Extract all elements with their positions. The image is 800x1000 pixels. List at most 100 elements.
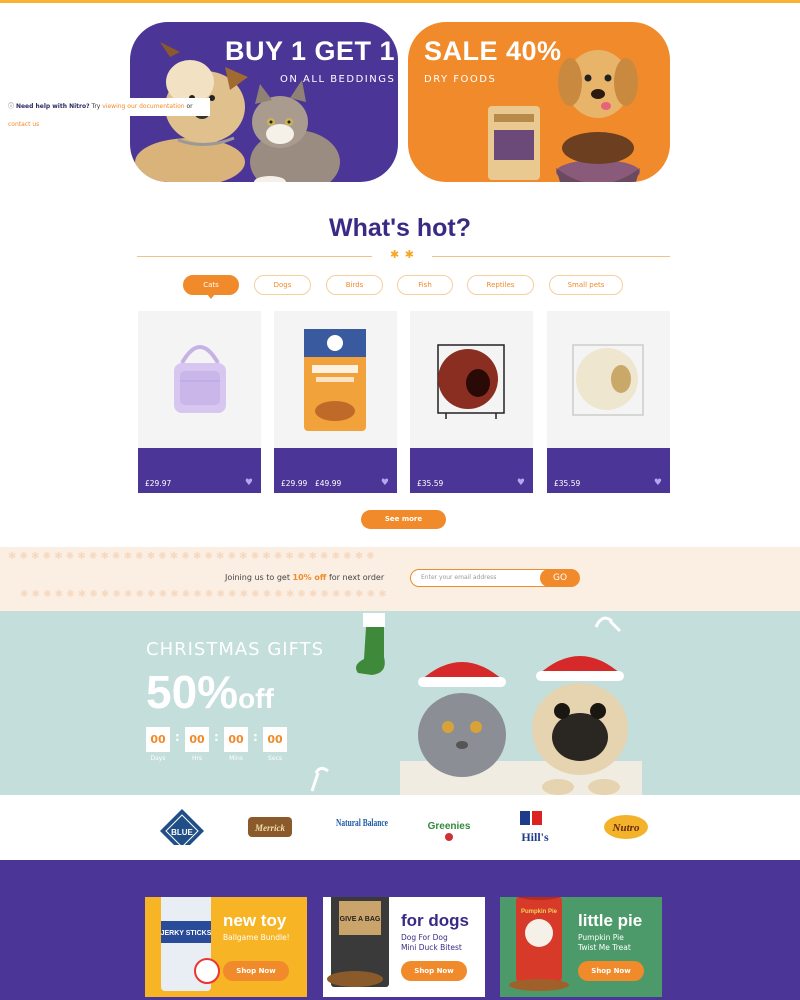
countdown-label: Secs <box>268 755 282 762</box>
promo-card-subtitle: Dog For Dog Mini Duck Bitest <box>401 933 462 953</box>
brand-logo-greenies[interactable]: Greenies <box>426 809 472 845</box>
christmas-discount: 50%off <box>146 665 274 719</box>
cube-cat-bed-image <box>572 344 644 416</box>
brand-name: Natural Balance <box>336 817 388 829</box>
bottom-promo-section: JERKY STICKS new toy Ballgame Bundle! Sh… <box>0 860 800 1000</box>
section-title-whats-hot: What's hot? <box>328 214 472 242</box>
divider <box>137 256 372 257</box>
discount-off: off <box>238 683 274 714</box>
tab-cats[interactable]: Cats <box>183 275 239 299</box>
brand-logo-blue[interactable]: BLUE <box>160 809 204 845</box>
brand-name: Nutro <box>612 822 640 834</box>
dog-food-bag-image <box>304 329 366 431</box>
heart-icon[interactable]: ♥ <box>517 478 525 488</box>
shop-now-button[interactable]: Shop Now <box>578 961 644 981</box>
tab-reptiles[interactable]: Reptiles <box>467 275 534 295</box>
promo-card-subtitle: Ballgame Bundle! <box>223 933 290 942</box>
promo-card-new-toy[interactable]: JERKY STICKS new toy Ballgame Bundle! Sh… <box>145 897 307 997</box>
countdown-label: Mins <box>229 755 243 762</box>
pack-label: Pumpkin Pie <box>521 909 558 915</box>
subtitle-line: Mini Duck Bitest <box>401 943 462 952</box>
product-card[interactable]: £29.99 £49.99 ♥ <box>274 311 397 493</box>
email-input[interactable]: Enter your email address <box>410 569 550 587</box>
shop-now-button[interactable]: Shop Now <box>223 961 289 981</box>
countdown-hours: 00 <box>185 727 209 752</box>
help-bar: ⓘ Need help with Nitro? Try viewing our … <box>0 98 210 128</box>
subtitle-line: Dog For Dog <box>401 933 448 942</box>
tab-small-pets[interactable]: Small pets <box>549 275 623 295</box>
puppy-food-illustration <box>488 50 640 182</box>
brand-logo-nutro[interactable]: Nutro <box>602 809 650 845</box>
divider <box>432 256 670 257</box>
product-price: £29.99 <box>281 479 308 488</box>
brand-logo-merrick[interactable]: Merrick <box>246 809 294 845</box>
pattern-decoration: ✱ ✺ ✱ ✺ ✱ ✺ ✱ ✺ ✱ ✺ ✱ ✺ ✱ ✺ ✱ ✺ ✱ ✺ ✱ ✺ … <box>8 551 375 562</box>
promo-card-title: for dogs <box>401 911 469 930</box>
product-info-bar: £29.99 £49.99 ♥ <box>274 448 397 493</box>
pattern-decoration: ✺ ✱ ✺ ✱ ✺ ✱ ✺ ✱ ✺ ✱ ✺ ✱ ✺ ✱ ✺ ✱ ✺ ✱ ✺ ✱ … <box>20 589 387 600</box>
countdown-minutes: 00 <box>224 727 248 752</box>
documentation-link[interactable]: viewing our documentation <box>102 103 184 110</box>
pack-label: GIVE A BAG <box>340 916 381 923</box>
brand-name: Merrick <box>254 823 285 833</box>
brand-name: Hill's <box>521 830 549 844</box>
brand-logo-hills[interactable]: Hill's <box>514 809 556 845</box>
product-card[interactable]: £29.97 ♥ <box>138 311 261 493</box>
jerky-sticks-pack-image: JERKY STICKS <box>161 897 220 991</box>
promo-banner-dry-foods[interactable]: SALE 40% DRY FOODS <box>408 22 670 182</box>
brand-name: BLUE <box>171 828 193 837</box>
subscribe-go-button[interactable]: GO <box>540 569 580 587</box>
christmas-title: CHRISTMAS GIFTS <box>146 639 325 660</box>
subtitle-line: Twist Me Treat <box>578 943 631 952</box>
subtitle-line: Pumpkin Pie <box>578 933 624 942</box>
product-price: £29.97 <box>145 479 172 488</box>
brand-logo-natural-balance[interactable]: Natural Balance <box>334 809 390 845</box>
help-try: Try <box>91 103 101 110</box>
promo-card-little-pie[interactable]: Pumpkin Pie little pie Pumpkin Pie Twist… <box>500 897 662 997</box>
product-price-original: £49.99 <box>315 479 342 488</box>
heart-icon[interactable]: ♥ <box>245 478 253 488</box>
info-icon: ⓘ <box>8 103 15 110</box>
countdown-seconds: 00 <box>263 727 287 752</box>
countdown-separator: : <box>214 730 219 744</box>
shop-now-button[interactable]: Shop Now <box>401 961 467 981</box>
christmas-banner: CHRISTMAS GIFTS 50%off 00 : 00 : 00 : 00… <box>0 611 800 795</box>
christmas-illustration <box>310 613 642 795</box>
dog-treat-bag-image: GIVE A BAG <box>327 897 389 987</box>
newsletter-text-start: Joining us to get <box>225 573 293 582</box>
countdown-days: 00 <box>146 727 170 752</box>
product-info-bar: £29.97 ♥ <box>138 448 261 493</box>
help-or: or <box>186 103 193 110</box>
tab-birds[interactable]: Birds <box>326 275 383 295</box>
discount-percent: 50% <box>146 666 239 718</box>
heart-icon[interactable]: ♥ <box>381 478 389 488</box>
countdown-separator: : <box>175 730 180 744</box>
pet-carrier-image <box>174 345 226 413</box>
contact-link[interactable]: contact us <box>8 121 39 128</box>
promo-card-title: new toy <box>223 911 287 930</box>
promo-card-subtitle: Pumpkin Pie Twist Me Treat <box>578 933 631 953</box>
newsletter-text: Joining us to get 10% off for next order <box>225 573 384 582</box>
countdown-separator: : <box>253 730 258 744</box>
brand-name: Greenies <box>428 821 471 832</box>
brand-logos: BLUE Merrick Natural Balance Greenies Hi… <box>0 795 800 860</box>
product-info-bar: £35.59 ♥ <box>410 448 533 493</box>
tab-dogs[interactable]: Dogs <box>254 275 311 295</box>
see-more-button[interactable]: See more <box>361 510 446 529</box>
product-card[interactable]: £35.59 ♥ <box>547 311 670 493</box>
heart-icon[interactable]: ♥ <box>654 478 662 488</box>
pumpkin-pie-canister-image: Pumpkin Pie <box>509 897 569 991</box>
newsletter-section: ✱ ✺ ✱ ✺ ✱ ✺ ✱ ✺ ✱ ✺ ✱ ✺ ✱ ✺ ✱ ✺ ✱ ✺ ✱ ✺ … <box>0 547 800 611</box>
newsletter-discount: 10% off <box>292 573 327 582</box>
pack-label: JERKY STICKS <box>161 930 212 937</box>
product-card[interactable]: £35.59 ♥ <box>410 311 533 493</box>
tab-fish[interactable]: Fish <box>397 275 453 295</box>
help-label: Need help with Nitro? <box>15 103 90 110</box>
top-accent-line <box>0 0 800 3</box>
newsletter-text-end: for next order <box>326 573 385 582</box>
promo-card-title: little pie <box>578 911 643 930</box>
countdown-label: Days <box>150 755 166 762</box>
ball-cat-bed-image <box>437 344 505 419</box>
promo-card-for-dogs[interactable]: GIVE A BAG for dogs Dog For Dog Mini Duc… <box>323 897 485 997</box>
paw-icon: ✱ ✱ <box>390 248 414 261</box>
